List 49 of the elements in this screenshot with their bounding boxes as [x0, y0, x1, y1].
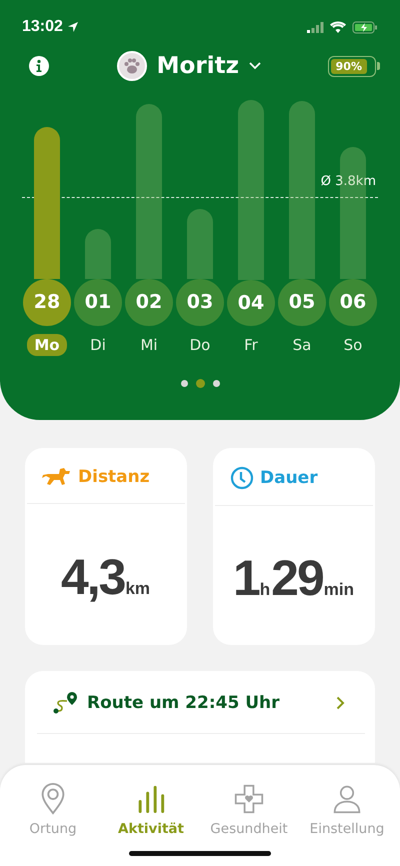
signal-icon [307, 22, 324, 32]
date-button[interactable]: 02 [125, 278, 173, 326]
card-title: Distanz [78, 467, 150, 487]
average-label: Ø 3.8km [320, 174, 376, 189]
weekday-label[interactable]: Sa [286, 334, 318, 356]
chevron-down-icon[interactable] [248, 62, 261, 70]
chevron-right-icon[interactable] [336, 696, 345, 710]
weekday-label[interactable]: Do [182, 334, 218, 356]
route-title: Route um 22:45 Uhr [87, 693, 281, 713]
charging-battery-icon [352, 20, 378, 34]
tab-button[interactable]: Gesundheit [201, 783, 297, 866]
date-button[interactable]: 01 [74, 278, 122, 326]
cross-heart-icon [234, 783, 264, 815]
tab-button[interactable]: Aktivität [103, 783, 199, 866]
page-dot[interactable] [180, 380, 188, 387]
location-arrow-icon [66, 21, 79, 33]
tab-button[interactable]: Ortung [5, 783, 101, 866]
weekday-label[interactable]: Mi [133, 334, 165, 356]
hours-value: 1 [232, 548, 259, 606]
weekday-label[interactable]: Fr [237, 334, 265, 356]
card-title: Dauer [260, 468, 318, 488]
page-dot[interactable] [212, 380, 220, 387]
battery-indicator: 90% [328, 56, 380, 76]
wifi-icon [330, 21, 346, 33]
person-icon [332, 783, 362, 815]
date-button[interactable]: 04 [227, 280, 275, 326]
paw-avatar-icon [116, 51, 147, 81]
route-card[interactable]: Route um 22:45 Uhr [25, 671, 375, 763]
activity-bar[interactable] [34, 126, 60, 279]
weekday-label[interactable]: Di [83, 334, 113, 356]
page-dot[interactable] [196, 379, 204, 388]
dog-icon [42, 466, 72, 488]
unit-label: h [260, 580, 270, 600]
clock-icon [230, 466, 254, 490]
distance-value: 4,3 [60, 548, 124, 606]
pet-name[interactable]: Moritz [156, 53, 239, 79]
bar-chart-icon [136, 783, 166, 815]
weekday-label[interactable]: So [336, 334, 370, 356]
info-icon[interactable] [28, 55, 50, 77]
unit-label: min [324, 580, 354, 600]
unit-label: km [125, 578, 150, 598]
clock-time: 13:02 [22, 18, 63, 36]
date-button[interactable]: 28 [23, 278, 71, 326]
date-button[interactable]: 05 [278, 278, 326, 326]
date-button[interactable]: 06 [329, 278, 377, 326]
tab-button[interactable]: Einstellung [299, 783, 395, 866]
date-button[interactable]: 03 [176, 278, 224, 326]
weekday-label[interactable]: Mo [27, 334, 67, 356]
minutes-value: 29 [271, 548, 323, 606]
